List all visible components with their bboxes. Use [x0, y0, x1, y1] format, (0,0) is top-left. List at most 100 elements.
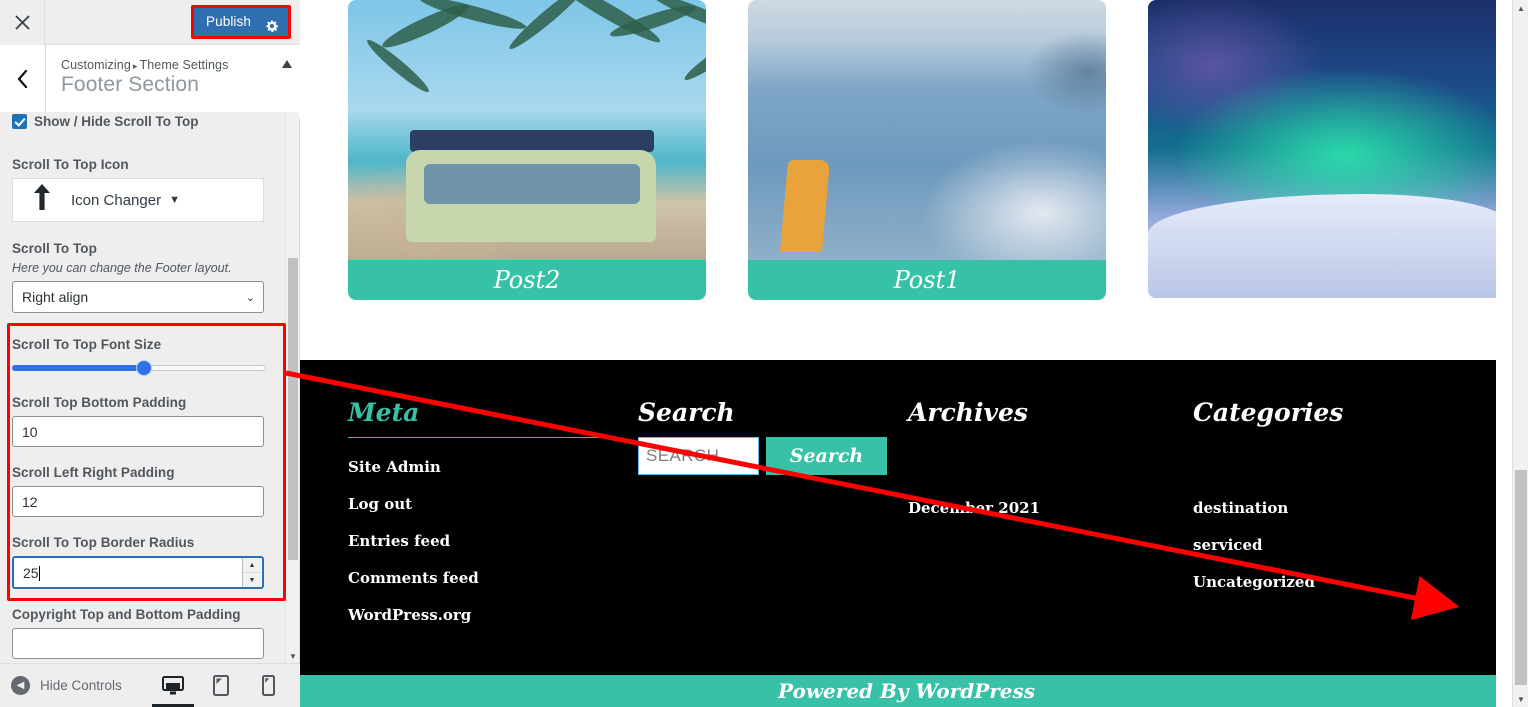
footer-widget-categories: Categories destination serviced Uncatego… — [1193, 398, 1483, 643]
breadcrumb-parent[interactable]: Theme Settings — [140, 58, 229, 72]
stepper-down-icon[interactable]: ▼ — [243, 573, 261, 587]
widget-title-search: Search — [638, 398, 735, 427]
arrow-up-icon — [13, 183, 71, 217]
copyright-padding-label: Copyright Top and Bottom Padding — [12, 607, 241, 622]
divider — [348, 437, 610, 438]
device-desktop-button[interactable] — [151, 672, 194, 707]
icon-changer-label: Icon Changer — [71, 191, 162, 209]
site-footer: Meta Site Admin Log out Entries feed Com… — [300, 360, 1513, 675]
show-hide-label: Show / Hide Scroll To Top — [34, 114, 199, 129]
search-input[interactable]: SEARCH — [638, 437, 759, 475]
panel-titles: Customizing ▸ Theme Settings Footer Sectio… — [46, 45, 228, 118]
scrollbar-thumb[interactable] — [288, 258, 298, 560]
meta-link-comments-feed[interactable]: Comments feed — [348, 569, 638, 587]
site-preview: Post2 Post1 Meta Site Admin Log out Entr… — [300, 0, 1513, 707]
widget-title-meta: Meta — [348, 398, 420, 427]
archive-item[interactable]: December 2021 — [908, 499, 1193, 517]
border-radius-control: Scroll To Top Border Radius 25 ▲ ▼ — [0, 535, 286, 589]
quantity-stepper[interactable]: ▲ ▼ — [242, 558, 261, 587]
hide-controls-button[interactable]: ◀ Hide Controls — [0, 676, 122, 695]
publish-highlight: Publish — [191, 5, 291, 39]
font-size-label: Scroll To Top Font Size — [12, 337, 162, 352]
show-hide-checkbox[interactable] — [12, 114, 27, 129]
top-bottom-padding-control: Scroll Top Bottom Padding 10 — [0, 395, 286, 447]
meta-link-log-out[interactable]: Log out — [348, 495, 638, 513]
beach-van-photo — [348, 0, 706, 260]
show-hide-scroll-to-top-control[interactable]: Show / Hide Scroll To Top — [0, 114, 286, 129]
santorini-coast-photo — [748, 0, 1106, 260]
close-icon[interactable] — [0, 0, 45, 45]
font-size-slider[interactable] — [12, 358, 266, 378]
publish-label: Publish — [206, 14, 251, 29]
scrollbar-thumb[interactable] — [1515, 470, 1527, 685]
customizer-scrollbar[interactable]: ▼ — [285, 112, 299, 663]
breadcrumb: Customizing ▸ Theme Settings — [61, 58, 228, 72]
chevron-down-icon: ▼ — [169, 194, 180, 206]
left-right-padding-control: Scroll Left Right Padding 12 — [0, 465, 286, 517]
chevron-down-icon: ⌄ — [245, 291, 255, 304]
alignment-select[interactable]: Right align ⌄ — [12, 281, 264, 313]
search-form: SEARCH Search — [638, 437, 908, 475]
slider-thumb[interactable] — [135, 360, 152, 376]
back-button[interactable] — [0, 45, 46, 118]
breadcrumb-separator-icon: ▸ — [132, 61, 138, 71]
publish-button[interactable]: Publish — [194, 8, 288, 36]
breadcrumb-root[interactable]: Customizing — [61, 58, 131, 72]
post-card[interactable]: Post2 — [348, 0, 706, 300]
post-card-title: Post2 — [348, 260, 706, 300]
scroll-down-icon[interactable]: ▼ — [1513, 691, 1528, 707]
customizer-sidebar: Publish Customizing ▸ Theme Settings Foote… — [0, 0, 300, 707]
page-title: Footer Section — [61, 73, 199, 96]
aurora-snow-photo — [1148, 0, 1506, 298]
meta-link-site-admin[interactable]: Site Admin — [348, 458, 638, 476]
post-card[interactable]: Post1 — [748, 0, 1106, 300]
footer-widget-search: Search SEARCH Search — [638, 398, 908, 643]
scroll-to-top-icon-control: Scroll To Top Icon Icon Changer ▼ — [0, 157, 286, 222]
category-item-uncategorized[interactable]: Uncategorized — [1193, 573, 1483, 591]
border-radius-label: Scroll To Top Border Radius — [12, 535, 195, 550]
top-bottom-padding-input[interactable]: 10 — [12, 416, 264, 447]
customizer-controls: Show / Hide Scroll To Top Scroll To Top … — [0, 112, 286, 663]
meta-link-wordpress-org[interactable]: WordPress.org — [348, 606, 638, 624]
device-tablet-button[interactable] — [208, 672, 234, 700]
text-cursor — [38, 565, 40, 581]
post-card-title: Post1 — [748, 260, 1106, 300]
icon-changer-dropdown[interactable]: Icon Changer ▼ — [12, 178, 264, 222]
widget-title-archives: Archives — [908, 398, 1028, 427]
left-right-padding-input[interactable]: 12 — [12, 486, 264, 517]
copyright-bar: Powered By WordPress — [300, 675, 1513, 707]
meta-link-entries-feed[interactable]: Entries feed — [348, 532, 638, 550]
post-card[interactable] — [1148, 0, 1506, 300]
scroll-down-icon[interactable]: ▼ — [286, 649, 300, 663]
device-preview-switcher — [151, 672, 282, 707]
border-radius-input[interactable]: 25 ▲ ▼ — [12, 556, 264, 589]
scroll-to-top-description: Here you can change the Footer layout. — [12, 261, 232, 275]
copyright-padding-input[interactable] — [12, 628, 264, 659]
footer-widget-meta: Meta Site Admin Log out Entries feed Com… — [348, 398, 638, 643]
font-size-control: Scroll To Top Font Size — [0, 337, 286, 378]
scroll-to-top-label: Scroll To Top — [12, 241, 97, 256]
scroll-to-top-icon-label: Scroll To Top Icon — [12, 157, 129, 172]
preview-scrollbar[interactable]: ▲ ▼ — [1512, 0, 1528, 707]
alignment-select-value: Right align — [22, 289, 89, 305]
copyright-text: Powered By WordPress — [778, 679, 1035, 703]
scroll-up-icon[interactable]: ▲ — [1513, 0, 1528, 16]
post-card-grid: Post2 Post1 — [300, 0, 1513, 300]
gear-icon[interactable] — [265, 15, 279, 33]
copyright-padding-control: Copyright Top and Bottom Padding — [0, 607, 286, 659]
chevron-left-icon — [17, 69, 28, 94]
search-submit-button[interactable]: Search — [766, 437, 887, 475]
stepper-up-icon[interactable]: ▲ — [243, 558, 261, 573]
chevron-left-circle-icon: ◀ — [11, 676, 30, 695]
hide-controls-label: Hide Controls — [40, 678, 122, 693]
widget-title-categories: Categories — [1193, 398, 1344, 427]
category-item-serviced[interactable]: serviced — [1193, 536, 1483, 554]
left-right-padding-label: Scroll Left Right Padding — [12, 465, 175, 480]
category-item-destination[interactable]: destination — [1193, 499, 1483, 517]
customizer-panel-header: Customizing ▸ Theme Settings Footer Sectio… — [0, 45, 300, 119]
border-radius-value: 25 — [23, 564, 39, 581]
preview-edge — [1496, 0, 1512, 707]
scroll-up-icon[interactable] — [282, 55, 292, 68]
device-mobile-button[interactable] — [256, 672, 282, 700]
top-bottom-padding-label: Scroll Top Bottom Padding — [12, 395, 187, 410]
